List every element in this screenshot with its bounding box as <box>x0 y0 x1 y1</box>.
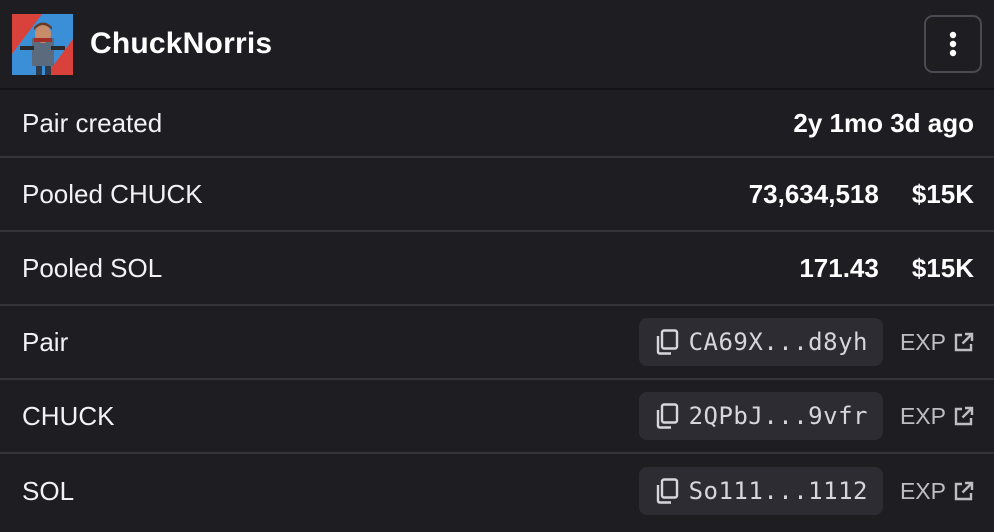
row-chuck-address: CHUCK 2QPbJ...9vfr EXP <box>0 380 994 454</box>
pooled-sol-amount: 171.43 <box>799 252 879 283</box>
row-pooled-sol: Pooled SOL 171.43 $15K <box>0 232 994 306</box>
chuck-address: 2QPbJ...9vfr <box>688 402 868 430</box>
info-rows: Pair created 2y 1mo 3d ago Pooled CHUCK … <box>0 90 994 528</box>
pair-address-group: CA69X...d8yh EXP <box>638 318 974 366</box>
pair-explorer-link[interactable]: EXP <box>900 329 974 356</box>
pair-address: CA69X...d8yh <box>688 328 868 356</box>
pooled-chuck-usd: $15K <box>911 178 974 209</box>
chuck-explorer-label: EXP <box>899 402 946 429</box>
pooled-sol-label: Pooled SOL <box>22 252 163 283</box>
sol-address-group: So111...1112 EXP <box>638 467 974 515</box>
pair-created-label: Pair created <box>22 107 163 138</box>
sol-explorer-label: EXP <box>899 477 946 504</box>
row-pair-address: Pair CA69X...d8yh EXP <box>0 306 994 380</box>
external-link-icon <box>953 481 974 502</box>
more-options-button[interactable] <box>924 15 982 73</box>
pooled-chuck-values: 73,634,518 $15K <box>749 179 974 210</box>
copy-chuck-address-button[interactable]: 2QPbJ...9vfr <box>638 392 883 440</box>
copy-icon <box>655 478 679 504</box>
pair-created-values: 2y 1mo 3d ago <box>793 108 974 139</box>
token-avatar <box>12 13 73 75</box>
sol-label: SOL <box>22 475 75 506</box>
row-pooled-chuck: Pooled CHUCK 73,634,518 $15K <box>0 158 994 232</box>
chuck-address-group: 2QPbJ...9vfr EXP <box>638 392 974 440</box>
external-link-icon <box>953 406 974 427</box>
row-pair-created: Pair created 2y 1mo 3d ago <box>0 90 994 158</box>
token-name: ChuckNorris <box>90 27 273 60</box>
copy-icon <box>655 403 679 429</box>
pair-label: Pair <box>22 326 69 357</box>
pooled-sol-usd: $15K <box>911 252 974 283</box>
copy-sol-address-button[interactable]: So111...1112 <box>638 467 883 515</box>
external-link-icon <box>953 332 974 353</box>
pooled-sol-values: 171.43 $15K <box>799 253 974 284</box>
pooled-chuck-label: Pooled CHUCK <box>22 178 203 209</box>
row-sol-address: SOL So111...1112 EXP <box>0 454 994 528</box>
pair-created-value: 2y 1mo 3d ago <box>793 107 974 138</box>
copy-pair-address-button[interactable]: CA69X...d8yh <box>638 318 883 366</box>
pooled-chuck-amount: 73,634,518 <box>748 178 879 209</box>
kebab-menu-icon <box>949 31 957 57</box>
sol-explorer-link[interactable]: EXP <box>900 478 974 505</box>
sol-address: So111...1112 <box>688 477 868 505</box>
pair-info-panel: ChuckNorris Pair created 2y 1mo 3d ago P… <box>0 0 994 532</box>
token-avatar-image <box>12 13 73 75</box>
chuck-label: CHUCK <box>22 400 115 431</box>
copy-icon <box>655 329 679 355</box>
pair-explorer-label: EXP <box>899 328 946 355</box>
panel-header: ChuckNorris <box>0 0 994 90</box>
chuck-explorer-link[interactable]: EXP <box>900 403 974 430</box>
